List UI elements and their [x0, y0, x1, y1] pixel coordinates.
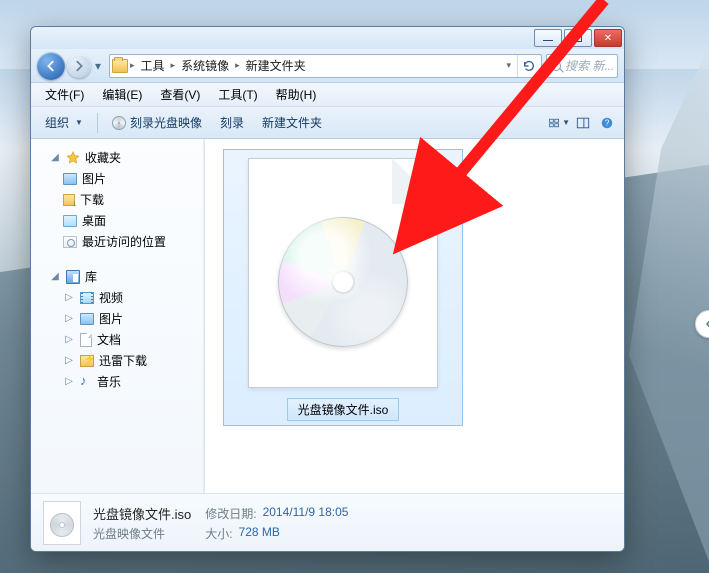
breadcrumb-item[interactable]: 系统镜像 [177, 57, 233, 74]
navigation-bar: ▾ ▸ 工具 ▸ 系统镜像 ▸ 新建文件夹 ▾ [31, 49, 624, 83]
details-pane: 光盘镜像文件.iso 修改日期: 2014/11/9 18:05 光盘映像文件 … [31, 493, 624, 551]
file-name-label: 光盘镜像文件.iso [287, 398, 400, 421]
sidebar-item-music[interactable]: ▷ ♪ 音乐 [35, 371, 200, 392]
video-icon [80, 292, 94, 304]
new-folder-button[interactable]: 新建文件夹 [254, 111, 330, 134]
preview-pane-icon [576, 116, 590, 130]
search-icon [551, 61, 561, 71]
expand-icon: ▷ [63, 355, 75, 366]
preview-pane-button[interactable] [572, 112, 594, 134]
download-icon [63, 194, 75, 206]
sidebar-item-downloads[interactable]: 下载 [35, 189, 200, 210]
forward-button[interactable] [67, 54, 91, 78]
arrow-right-icon [72, 59, 86, 73]
sidebar-item-recent[interactable]: 最近访问的位置 [35, 231, 200, 252]
folder-icon [112, 59, 128, 73]
file-item-selected[interactable]: 光盘镜像文件.iso [223, 149, 463, 426]
expand-icon: ▷ [63, 334, 75, 345]
chevron-down-icon: ▼ [562, 118, 570, 127]
breadcrumb-item[interactable]: 工具 [137, 57, 169, 74]
file-list[interactable]: 光盘镜像文件.iso [205, 139, 624, 493]
expand-icon: ▷ [63, 292, 75, 303]
burn-image-button[interactable]: 刻录光盘映像 [104, 111, 210, 134]
recent-icon [63, 236, 77, 248]
details-size-value: 728 MB [239, 525, 280, 542]
details-size-label: 大小: [205, 525, 232, 542]
svg-text:?: ? [605, 118, 610, 127]
document-icon [80, 333, 92, 347]
refresh-icon [522, 59, 536, 73]
chevron-down-icon: ▼ [75, 118, 83, 127]
sidebar-favorites[interactable]: ◢ 收藏夹 [35, 147, 200, 168]
sidebar-item-documents[interactable]: ▷ 文档 [35, 329, 200, 350]
collapse-icon: ◢ [49, 271, 61, 282]
picture-icon [63, 173, 77, 185]
address-bar[interactable]: ▸ 工具 ▸ 系统镜像 ▸ 新建文件夹 ▾ [109, 54, 542, 78]
menu-help[interactable]: 帮助(H) [268, 84, 325, 105]
breadcrumb-overflow[interactable]: ▾ [502, 60, 515, 71]
collapse-icon: ◢ [49, 152, 61, 163]
thunder-icon [80, 355, 94, 367]
menu-bar: 文件(F) 编辑(E) 查看(V) 工具(T) 帮助(H) [31, 83, 624, 107]
details-modified-value: 2014/11/9 18:05 [263, 505, 349, 522]
sidebar-libraries[interactable]: ◢ 库 [35, 266, 200, 287]
expand-icon: ▷ [63, 313, 75, 324]
details-modified-label: 修改日期: [205, 505, 256, 522]
sidebar-item-thunder[interactable]: ▷ 迅雷下载 [35, 350, 200, 371]
desktop-icon [63, 215, 77, 227]
maximize-button[interactable] [564, 29, 592, 47]
menu-tools[interactable]: 工具(T) [210, 84, 265, 105]
breadcrumb-item[interactable]: 新建文件夹 [242, 57, 310, 74]
picture-icon [80, 313, 94, 325]
close-button[interactable] [594, 29, 622, 47]
details-filename: 光盘镜像文件.iso [93, 504, 191, 523]
chevron-left-icon [704, 319, 709, 329]
view-options-button[interactable]: ▼ [548, 112, 570, 134]
view-icon [548, 116, 560, 130]
breadcrumb-separator: ▸ [235, 60, 240, 71]
expand-icon: ▷ [63, 376, 75, 387]
arrow-left-icon [44, 59, 58, 73]
titlebar [31, 27, 624, 49]
nav-history-dropdown[interactable]: ▾ [91, 56, 105, 76]
help-button[interactable]: ? [596, 112, 618, 134]
sidebar-item-pictures[interactable]: 图片 [35, 168, 200, 189]
file-thumbnail [248, 158, 438, 388]
breadcrumb-separator: ▸ [171, 60, 176, 71]
minimize-button[interactable] [534, 29, 562, 47]
explorer-window: ▾ ▸ 工具 ▸ 系统镜像 ▸ 新建文件夹 ▾ 文件(F) 编辑(E) 查看(V… [30, 26, 625, 552]
navigation-pane: ◢ 收藏夹 图片 下载 桌面 [31, 139, 205, 493]
search-input[interactable] [565, 59, 613, 73]
menu-view[interactable]: 查看(V) [152, 84, 208, 105]
disc-icon [112, 116, 126, 130]
search-box[interactable] [546, 54, 618, 78]
details-thumbnail [43, 501, 81, 545]
breadcrumb-separator: ▸ [130, 60, 135, 71]
command-bar: 组织▼ 刻录光盘映像 刻录 新建文件夹 ▼ ? [31, 107, 624, 139]
sidebar-item-desktop[interactable]: 桌面 [35, 210, 200, 231]
star-icon [66, 151, 80, 165]
disc-icon [278, 217, 408, 347]
details-filetype: 光盘映像文件 [93, 525, 191, 542]
sidebar-item-pictures-lib[interactable]: ▷ 图片 [35, 308, 200, 329]
organize-button[interactable]: 组织▼ [37, 111, 91, 134]
toolbar-divider [97, 113, 98, 133]
refresh-button[interactable] [517, 55, 539, 77]
sidebar-item-videos[interactable]: ▷ 视频 [35, 287, 200, 308]
burn-button[interactable]: 刻录 [212, 111, 252, 134]
menu-edit[interactable]: 编辑(E) [94, 84, 150, 105]
back-button[interactable] [37, 52, 65, 80]
menu-file[interactable]: 文件(F) [37, 84, 92, 105]
library-icon [66, 270, 80, 284]
music-icon: ♪ [80, 375, 92, 389]
help-icon: ? [600, 116, 614, 130]
